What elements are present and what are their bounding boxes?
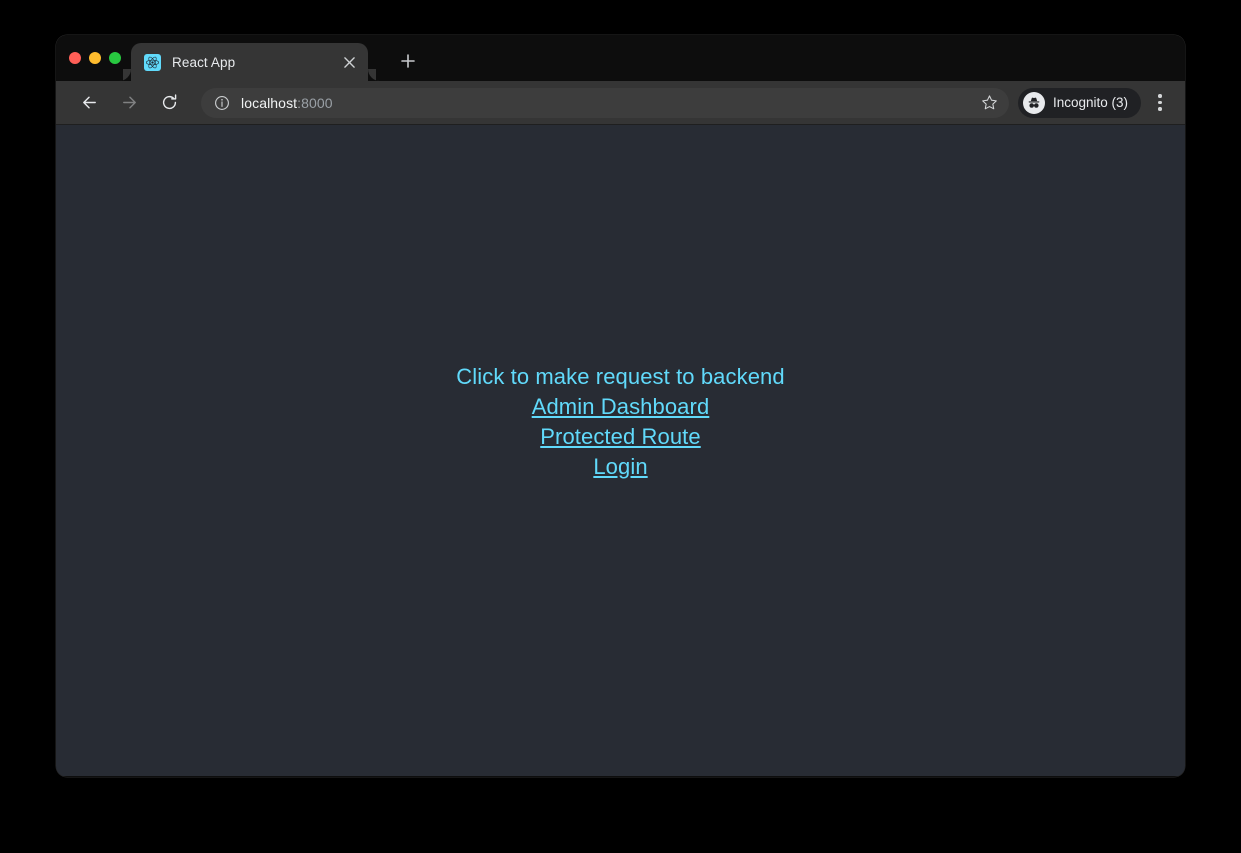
menu-dot [1158,94,1162,98]
reload-icon [162,94,176,110]
forward-button[interactable] [114,88,144,118]
admin-dashboard-row: Admin Dashboard [56,393,1185,423]
profile-label: Incognito (3) [1052,95,1128,110]
new-tab-button[interactable] [394,47,422,75]
url-text[interactable]: localhost:8000 [241,95,977,111]
incognito-spy-icon [1022,91,1045,114]
tab-close-icon[interactable] [338,51,360,73]
react-logo-icon [144,53,161,71]
back-button[interactable] [74,88,104,118]
tab-title: React App [172,54,236,70]
page-viewport: Click to make request to backend Admin D… [56,125,1185,776]
three-dots-vertical-icon[interactable] [1145,88,1175,118]
window-minimize-button[interactable] [89,52,101,64]
info-circle-icon[interactable] [211,92,233,114]
protected-route-row: Protected Route [56,423,1185,453]
backend-request-text[interactable]: Click to make request to backend [456,364,784,389]
admin-dashboard-link[interactable]: Admin Dashboard [532,393,710,420]
plus-icon [401,54,415,68]
star-icon[interactable] [977,90,1003,116]
login-link[interactable]: Login [593,453,647,480]
window-close-button[interactable] [69,52,81,64]
arrow-left-icon [82,96,96,109]
menu-dot [1158,100,1162,105]
backend-request-row: Click to make request to backend [56,363,1185,393]
window-traffic-lights [69,52,121,64]
browser-toolbar: localhost:8000 Incognito (3) [56,81,1185,125]
react-app-root: Click to make request to backend Admin D… [56,363,1185,483]
tab-list: React App [119,41,380,81]
browser-window: React App localhost:8000 Incognito (3) C… [56,35,1185,777]
reload-button[interactable] [154,88,184,118]
url-host: localhost [241,94,298,111]
menu-dot [1158,107,1162,111]
protected-route-link[interactable]: Protected Route [540,423,700,450]
login-row: Login [56,453,1185,483]
profile-incognito-button[interactable]: Incognito (3) [1017,87,1141,118]
tab-react-app[interactable]: React App [119,43,380,81]
tab-strip: React App [56,35,1185,81]
address-bar[interactable]: localhost:8000 [201,87,1009,118]
arrow-right-icon [122,96,136,109]
window-maximize-button[interactable] [109,52,121,64]
url-port: :8000 [297,94,333,111]
